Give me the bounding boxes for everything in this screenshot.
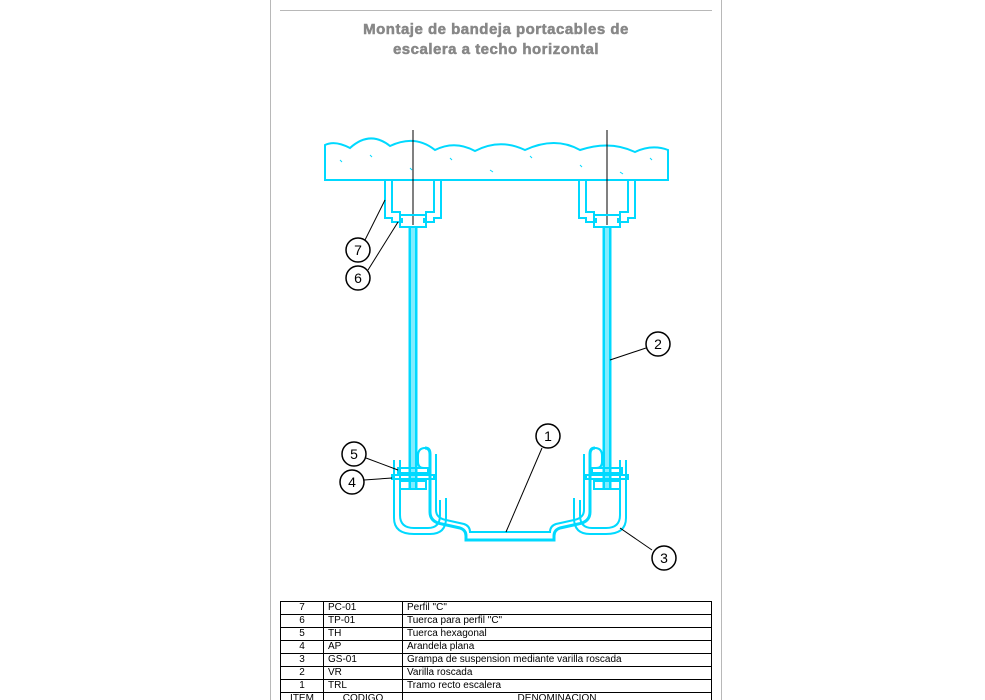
drawing-title: Montaje de bandeja portacables de escale…: [280, 20, 712, 59]
bom-item: 3: [281, 654, 324, 667]
balloon-2: 2: [610, 332, 670, 360]
bom-code: PC-01: [324, 602, 403, 615]
page: Montaje de bandeja portacables de escale…: [0, 0, 985, 700]
bom-header-row: ITEM CODIGO DENOMINACION: [281, 693, 712, 700]
left-hanger: [385, 130, 441, 490]
cable-tray-section: [418, 448, 602, 540]
table-row: 5 TH Tuerca hexagonal: [281, 628, 712, 641]
bom-desc: Arandela plana: [403, 641, 712, 654]
balloon-5: 5: [342, 442, 398, 470]
bom-item: 2: [281, 667, 324, 680]
svg-text:6: 6: [354, 270, 362, 286]
right-hanger: [579, 130, 635, 490]
title-line-1: Montaje de bandeja portacables de: [280, 20, 712, 40]
svg-text:5: 5: [350, 446, 358, 462]
table-row: 1 TRL Tramo recto escalera: [281, 680, 712, 693]
bom-code: VR: [324, 667, 403, 680]
assembly-drawing: 7 6 2 5 4: [280, 60, 712, 600]
table-row: 2 VR Varilla roscada: [281, 667, 712, 680]
bom-code: TRL: [324, 680, 403, 693]
bom-code: GS-01: [324, 654, 403, 667]
bom-item: 4: [281, 641, 324, 654]
svg-text:1: 1: [544, 428, 552, 444]
svg-text:3: 3: [660, 550, 668, 566]
bom-code: AP: [324, 641, 403, 654]
bom-code: TP-01: [324, 615, 403, 628]
balloon-3: 3: [620, 528, 676, 570]
table-row: 7 PC-01 Perfil "C": [281, 602, 712, 615]
table-row: 3 GS-01 Grampa de suspension mediante va…: [281, 654, 712, 667]
bom-desc: Tuerca hexagonal: [403, 628, 712, 641]
svg-text:7: 7: [354, 242, 362, 258]
bom-desc: Grampa de suspension mediante varilla ro…: [403, 654, 712, 667]
balloon-4: 4: [340, 470, 392, 494]
bom-desc: Tramo recto escalera: [403, 680, 712, 693]
bom-code: TH: [324, 628, 403, 641]
bom-body: 7 PC-01 Perfil "C" 6 TP-01 Tuerca para p…: [281, 602, 712, 693]
title-line-2: escalera a techo horizontal: [280, 40, 712, 60]
bom-desc: Perfil "C": [403, 602, 712, 615]
bom-header-code: CODIGO: [324, 693, 403, 700]
bom-desc: Varilla roscada: [403, 667, 712, 680]
bom-desc: Tuerca para perfil "C": [403, 615, 712, 628]
drawing-frame-top: [280, 10, 712, 11]
bom-item: 6: [281, 615, 324, 628]
bom-item: 1: [281, 680, 324, 693]
table-row: 6 TP-01 Tuerca para perfil "C": [281, 615, 712, 628]
svg-text:2: 2: [654, 336, 662, 352]
drawing-viewport: 7 6 2 5 4: [280, 60, 712, 600]
svg-text:4: 4: [348, 474, 356, 490]
bom-header-item: ITEM: [281, 693, 324, 700]
bom-item: 7: [281, 602, 324, 615]
ceiling-slab: [325, 138, 668, 180]
bom-table: 7 PC-01 Perfil "C" 6 TP-01 Tuerca para p…: [280, 601, 712, 700]
bom-header-desc: DENOMINACION: [403, 693, 712, 700]
balloon-1: 1: [506, 424, 560, 532]
bom-item: 5: [281, 628, 324, 641]
table-row: 4 AP Arandela plana: [281, 641, 712, 654]
